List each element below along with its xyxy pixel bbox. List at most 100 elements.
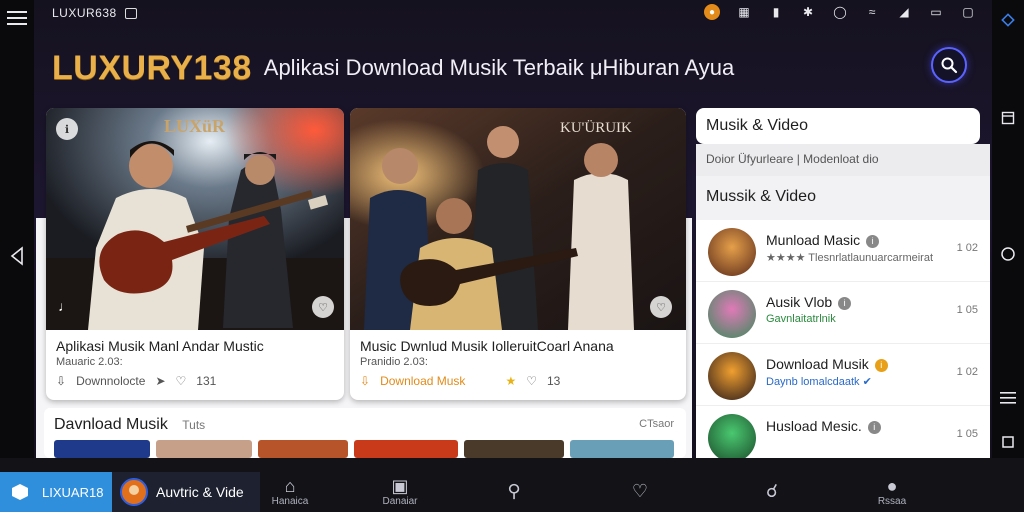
item-name: Husload Mesic.: [766, 418, 862, 434]
heart-outline-icon[interactable]: ♡: [526, 374, 537, 388]
app-screen: LUXUR638 ● ▦ ▮ ✱ ◯ ≈ ◢ ▭ ▢ LUXURY138 Apl…: [0, 0, 1024, 512]
download-icon[interactable]: ⇩: [56, 374, 66, 388]
star-icon[interactable]: ★: [505, 374, 516, 388]
sidebar-header[interactable]: Musik & Video: [696, 108, 980, 144]
card-image-concert: LUXüR ℹ ♡ ♩: [46, 108, 344, 330]
profile-icon: ●: [886, 475, 898, 496]
fullscreen-icon[interactable]: ▢: [960, 4, 976, 20]
status-bar: LUXUR638 ● ▦ ▮ ✱ ◯ ≈ ◢ ▭ ▢: [34, 0, 992, 26]
heart-icon: ♡: [631, 481, 649, 501]
card-subtitle: Mauaric 2.03:: [56, 356, 123, 368]
explore-icon: ☌: [765, 481, 779, 501]
brand-logo-text: LUXURY138: [52, 48, 252, 87]
verified-icon: i: [838, 296, 852, 310]
nav-label: Rssaa: [877, 495, 907, 507]
item-name: Munload Masic: [766, 232, 861, 248]
page-tagline: Aplikasi Download Musik Terbaik μHiburan…: [263, 55, 735, 80]
section-subtitle[interactable]: Tuts: [182, 418, 205, 432]
home-icon: ⌂: [284, 475, 296, 496]
share-icon[interactable]: ➤: [155, 374, 165, 388]
item-sub: Daynb lomalcdaatk ✔: [766, 376, 872, 388]
hamburger-menu-icon[interactable]: [1, 6, 33, 30]
sidebar: Doior Üfyurleare | Modenloat dio Musik &…: [696, 108, 990, 462]
nav-download[interactable]: ▣ Danaiar: [370, 470, 430, 512]
rotate-icon[interactable]: [992, 8, 1024, 32]
card-meta-label: Download Musk: [380, 374, 466, 388]
sidebar-section-title: Mussik & Video: [696, 176, 990, 220]
svg-text:KU'ÜRUIK: KU'ÜRUIK: [560, 119, 632, 136]
status-app-label: LUXUR638: [52, 6, 117, 20]
avatar: [708, 290, 756, 338]
card-subtitle: Pranidio 2.03:: [360, 356, 428, 368]
heart-icon[interactable]: ♡: [650, 296, 672, 318]
card-meta-label: Downnolocte: [76, 374, 146, 388]
menu-lines-icon[interactable]: [992, 386, 1024, 410]
music-card-1[interactable]: LUXüR ℹ ♡ ♩ Aplikasi Musik Manl Andar Mu…: [46, 108, 344, 400]
screenshot-icon: [124, 7, 137, 19]
back-triangle-icon[interactable]: [1, 244, 33, 268]
item-count: 1 02: [956, 366, 978, 378]
avatar: [708, 352, 756, 400]
item-count: 1 05: [956, 304, 978, 316]
card-meta-count: 131: [196, 374, 217, 388]
card-meta-count: 13: [546, 374, 561, 388]
section-see-all[interactable]: CTsaor: [639, 418, 674, 430]
download-box-icon: ▣: [391, 475, 409, 496]
list-item[interactable]: Ausik Vlob i Gavnlaitatrlnik 1 05: [696, 282, 990, 344]
thumbnail[interactable]: [570, 440, 674, 458]
sidebar-list: Munload Masic i ★★★★ Tlesnrlatlaunuarcarm…: [696, 220, 990, 462]
search-button[interactable]: [931, 47, 967, 83]
nav-favorites[interactable]: ♡: [610, 470, 670, 512]
right-system-nav: [992, 0, 1024, 458]
list-item[interactable]: Munload Masic i ★★★★ Tlesnrlatlaunuarcarm…: [696, 220, 990, 282]
card-title[interactable]: Music Dwnlud Musik IolleruitCoarl Anana: [360, 338, 676, 354]
music-card-2[interactable]: KU'ÜRUIK ♡ Music Dwnlud Musik IolleruitC…: [350, 108, 686, 400]
bluetooth-icon: ✱: [802, 5, 814, 19]
nav-search[interactable]: ⚲: [484, 470, 544, 512]
thumbnail[interactable]: [54, 440, 150, 458]
card-image-band: KU'ÜRUIK ♡: [350, 108, 686, 330]
nav-explore[interactable]: ☌: [742, 470, 802, 512]
alarm-icon: ◯: [833, 5, 847, 19]
avatar: [708, 414, 756, 462]
item-name: Ausik Vlob: [766, 294, 833, 310]
heart-outline-icon[interactable]: ♡: [176, 374, 187, 388]
thumbnail[interactable]: [464, 440, 564, 458]
thumbnail[interactable]: [354, 440, 458, 458]
nav-profile[interactable]: ● Rssaa: [862, 470, 922, 512]
info-icon[interactable]: ℹ: [56, 118, 78, 140]
left-system-nav: [0, 0, 34, 458]
section-title: Davnload Musik: [54, 416, 168, 433]
music-note-icon: ♩: [58, 298, 72, 314]
recents-icon[interactable]: [992, 430, 1024, 454]
tab-active[interactable]: LIXUAR18: [0, 472, 112, 512]
list-item[interactable]: Download Musik i Daynb lomalcdaatk ✔ 1 02: [696, 344, 990, 406]
verified-icon: i: [867, 420, 881, 434]
thumbnail[interactable]: [258, 440, 348, 458]
thumbnail[interactable]: [156, 440, 252, 458]
download-icon[interactable]: ⇩: [360, 374, 370, 388]
search-icon: ⚲: [507, 481, 521, 501]
window-icon[interactable]: [992, 106, 1024, 130]
sidebar-tabs[interactable]: Doior Üfyurleare | Modenloat dio: [696, 144, 990, 176]
page-header: LUXURY138 Aplikasi Download Musik Terbai…: [52, 44, 972, 92]
battery-icon: ▭: [930, 5, 942, 19]
heart-icon[interactable]: ♡: [312, 296, 334, 318]
nav-label: Hanaica: [271, 495, 309, 507]
card-title[interactable]: Aplikasi Musik Manl Andar Mustic: [56, 338, 334, 354]
svg-text:LUXüR: LUXüR: [164, 116, 226, 136]
nav-home[interactable]: ⌂ Hanaica: [260, 470, 320, 512]
avatar-icon: [120, 478, 148, 506]
home-circle-icon[interactable]: [992, 242, 1024, 266]
nav-label: Danaiar: [382, 495, 418, 507]
notification-icon: ●: [704, 4, 720, 20]
signal-bars-icon: ▮: [772, 5, 780, 19]
wifi-icon: ≈: [868, 5, 876, 19]
item-count: 1 02: [956, 242, 978, 254]
tab-label: Auvtric & Vide: [156, 484, 244, 500]
tab-music-video[interactable]: Auvtric & Vide: [112, 472, 260, 512]
item-count: 1 05: [956, 428, 978, 440]
cube-icon: [12, 484, 28, 500]
avatar: [708, 228, 756, 276]
verified-icon: i: [866, 234, 880, 248]
